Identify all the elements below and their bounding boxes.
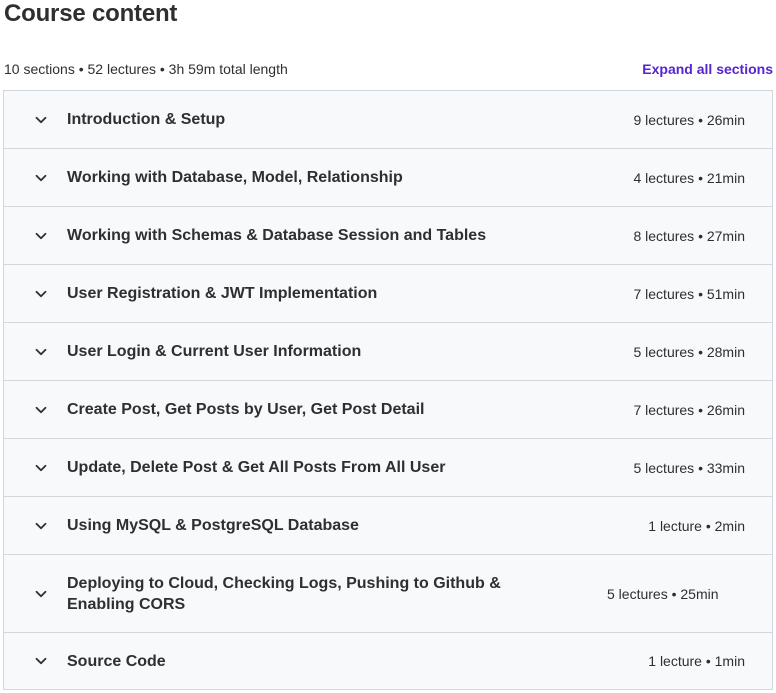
chevron-down-icon [32,459,50,477]
chevron-down-icon [32,227,50,245]
page-title: Course content [4,0,178,27]
section-item-schemas-session-tables[interactable]: Working with Schemas & Database Session … [4,207,772,265]
chevron-down-icon [32,111,50,129]
section-meta: 4 lectures • 21min [633,169,745,186]
section-item-user-registration-jwt[interactable]: User Registration & JWT Implementation 7… [4,265,772,323]
chevron-down-icon [32,169,50,187]
chevron-down-icon [32,285,50,303]
section-list: Introduction & Setup 9 lectures • 26min … [3,90,773,690]
section-title: Source Code [67,652,166,670]
section-title: Introduction & Setup [67,111,226,128]
section-meta: 1 lecture • 2min [648,517,745,534]
section-title: Create Post, Get Posts by User, Get Post… [67,401,425,418]
section-title: Update, Delete Post & Get All Posts From… [67,459,446,476]
section-title: Deploying to Cloud, Checking Logs, Pushi… [67,574,501,613]
expand-all-sections-button[interactable]: Expand all sections [642,61,773,77]
section-item-create-post[interactable]: Create Post, Get Posts by User, Get Post… [4,381,772,439]
section-title: Working with Database, Model, Relationsh… [67,169,403,186]
chevron-down-icon [32,401,50,419]
section-item-user-login[interactable]: User Login & Current User Information 5 … [4,323,772,381]
chevron-down-icon [32,343,50,361]
section-meta: 7 lectures • 51min [633,285,745,302]
section-meta: 5 lectures • 25min [607,585,719,602]
course-summary: 10 sections • 52 lectures • 3h 59m total… [4,61,288,77]
section-title: Using MySQL & PostgreSQL Database [67,517,359,534]
section-item-deploying-to-cloud[interactable]: Deploying to Cloud, Checking Logs, Pushi… [4,555,772,633]
section-item-update-delete-post[interactable]: Update, Delete Post & Get All Posts From… [4,439,772,497]
chevron-down-icon [32,652,50,670]
section-title: User Registration & JWT Implementation [67,285,378,302]
section-title: Working with Schemas & Database Session … [67,227,487,244]
chevron-down-icon [32,517,50,535]
section-meta: 8 lectures • 27min [633,227,745,244]
course-content-panel: Course content 10 sections • 52 lectures… [0,0,776,693]
section-item-introduction-setup[interactable]: Introduction & Setup 9 lectures • 26min [4,91,772,149]
section-meta: 9 lectures • 26min [633,111,745,128]
section-meta: 5 lectures • 33min [633,459,745,476]
section-title: User Login & Current User Information [67,343,362,360]
section-item-source-code[interactable]: Source Code 1 lecture • 1min [4,633,772,690]
section-item-database-model-relationship[interactable]: Working with Database, Model, Relationsh… [4,149,772,207]
chevron-down-icon [32,585,50,603]
section-meta: 7 lectures • 26min [633,401,745,418]
section-meta: 1 lecture • 1min [648,653,745,669]
section-item-mysql-postgresql[interactable]: Using MySQL & PostgreSQL Database 1 lect… [4,497,772,555]
course-summary-row: 10 sections • 52 lectures • 3h 59m total… [4,59,773,79]
section-meta: 5 lectures • 28min [633,343,745,360]
